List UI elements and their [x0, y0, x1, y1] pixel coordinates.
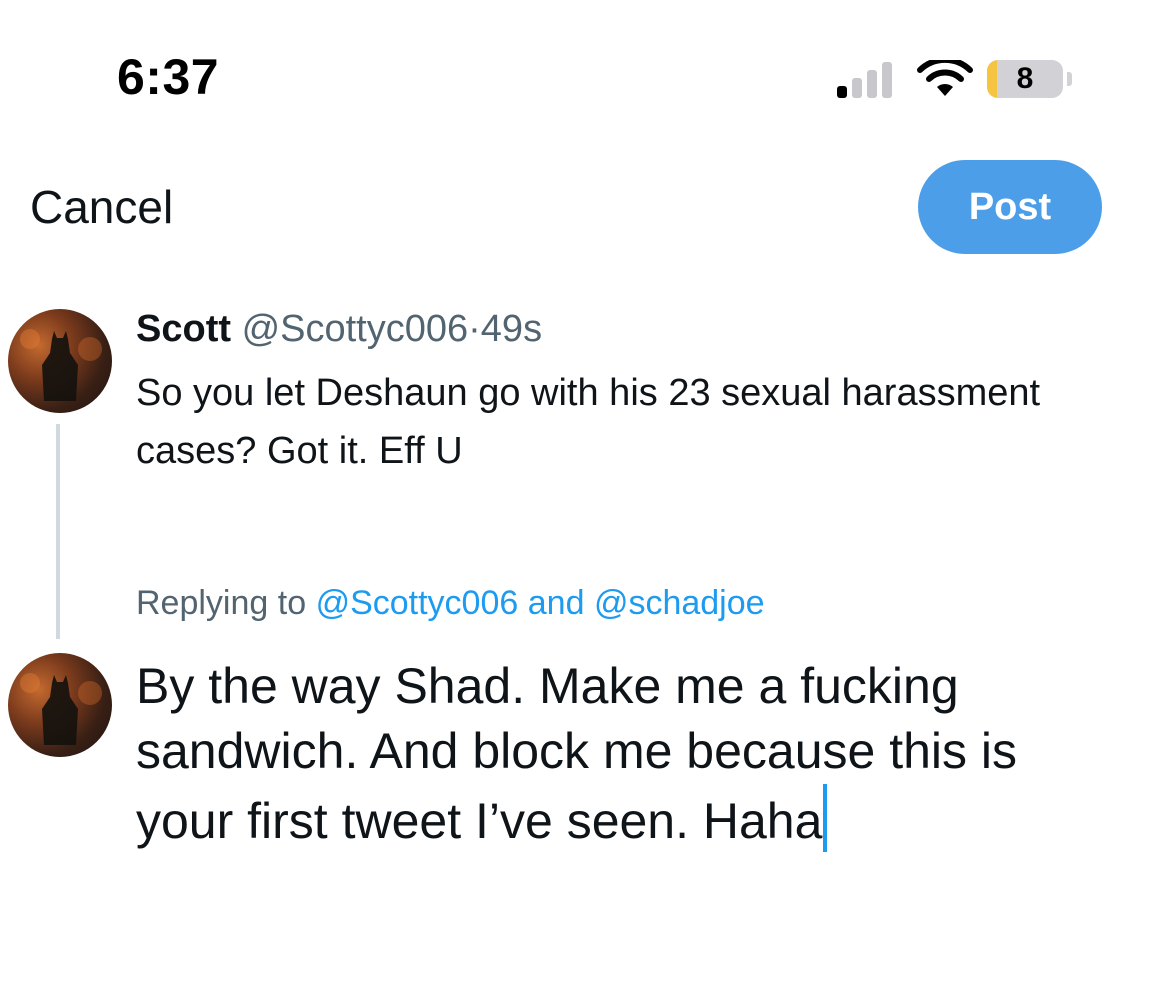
thread-line	[56, 424, 60, 639]
status-icons: 8	[835, 58, 1075, 102]
status-time: 6:37	[117, 49, 220, 105]
separator-dot: ·	[468, 308, 481, 350]
tweet-header: Scott @Scottyc006·49s	[136, 308, 542, 351]
mention-conjunction: and	[527, 584, 585, 622]
cellular-signal-icon	[835, 58, 895, 98]
post-button[interactable]: Post	[918, 160, 1102, 254]
reply-text-input[interactable]: By the way Shad. Make me a fucking sandw…	[136, 654, 1126, 854]
replying-to[interactable]: Replying to @Scottyc006 and @schadjoe	[136, 584, 765, 623]
replying-prefix: Replying to	[136, 584, 307, 622]
battery-cap	[1067, 72, 1072, 86]
text-caret	[823, 784, 828, 852]
reply-text: By the way Shad. Make me a fucking sandw…	[136, 658, 1018, 849]
composer-avatar[interactable]	[8, 653, 112, 757]
tweet-text: So you let Deshaun go with his 23 sexual…	[136, 372, 1041, 472]
mention-scottyc006[interactable]: @Scottyc006	[316, 584, 519, 622]
mention-schadjoe[interactable]: @schadjoe	[594, 584, 765, 622]
battery-level: 8	[1016, 62, 1034, 95]
battery-icon: 8	[987, 60, 1063, 98]
wifi-icon	[917, 60, 973, 96]
avatar[interactable]	[8, 309, 112, 413]
cancel-button[interactable]: Cancel	[30, 180, 173, 234]
author-handle[interactable]: @Scottyc006	[242, 308, 469, 350]
tweet-timestamp: 49s	[480, 308, 543, 350]
author-name[interactable]: Scott	[136, 308, 231, 350]
